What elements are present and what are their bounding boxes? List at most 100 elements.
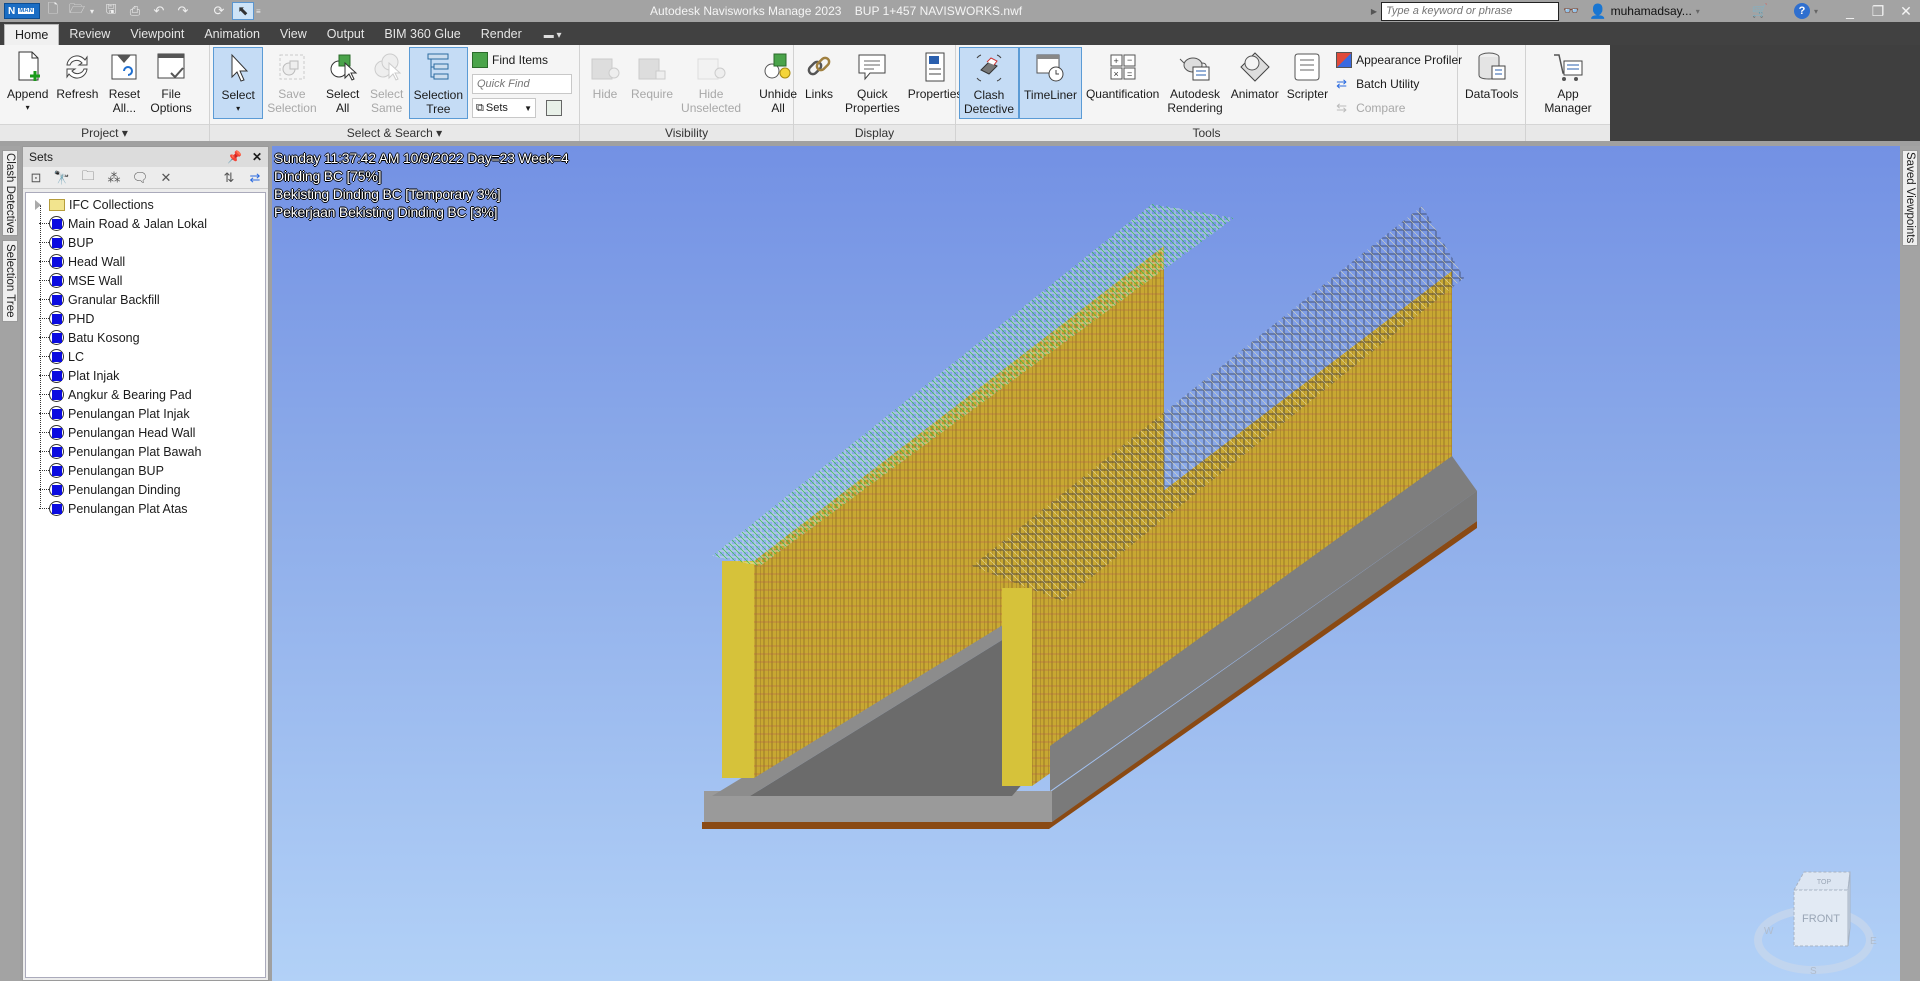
binoculars-icon[interactable]: 👓: [1563, 3, 1579, 19]
username-menu[interactable]: muhamadsay...: [1611, 4, 1692, 18]
close-window-icon[interactable]: ✕: [1892, 3, 1920, 20]
tree-set-item[interactable]: Penulangan Plat Bawah: [26, 442, 265, 461]
help-dropdown-icon[interactable]: ▾: [1814, 7, 1818, 16]
cart-icon[interactable]: 🛒: [1752, 3, 1768, 19]
select-cursor-icon[interactable]: ⬉: [232, 2, 254, 20]
save-search-icon[interactable]: 🔭: [53, 170, 71, 186]
tab-animation[interactable]: Animation: [194, 24, 270, 45]
user-dropdown-icon[interactable]: ▾: [1696, 7, 1700, 16]
tree-set-item[interactable]: Penulangan Plat Atas: [26, 499, 265, 518]
quantification-button[interactable]: + − × = Quantification: [1082, 47, 1163, 119]
quantification-icon: + −× =: [1110, 54, 1136, 80]
delete-icon[interactable]: ✕: [157, 170, 175, 186]
duplicate-icon[interactable]: ⁂: [105, 170, 123, 186]
tree-set-item[interactable]: Penulangan BUP: [26, 461, 265, 480]
tree-set-item[interactable]: BUP: [26, 233, 265, 252]
select-same-button[interactable]: Select Same: [365, 47, 409, 119]
tree-set-item[interactable]: Penulangan Head Wall: [26, 423, 265, 442]
scripter-button[interactable]: Scripter: [1283, 47, 1332, 119]
hide-button[interactable]: Hide: [583, 47, 627, 119]
tab-viewpoint[interactable]: Viewpoint: [120, 24, 194, 45]
expand-arrow-icon[interactable]: [35, 200, 41, 210]
tree-set-item[interactable]: Head Wall: [26, 252, 265, 271]
add-comment-icon[interactable]: 🗨: [131, 170, 149, 186]
compass-south-label[interactable]: S: [1810, 966, 1817, 977]
tree-set-item[interactable]: PHD: [26, 309, 265, 328]
quick-properties-button[interactable]: Quick Properties: [841, 47, 904, 119]
tree-set-item[interactable]: Batu Kosong: [26, 328, 265, 347]
compass-east-label[interactable]: E: [1870, 936, 1877, 947]
viewcube[interactable]: TOP FRONT W E S: [1752, 868, 1882, 978]
tab-view[interactable]: View: [270, 24, 317, 45]
tab-bim360-glue[interactable]: BIM 360 Glue: [374, 24, 470, 45]
sort-az-icon[interactable]: ⇅: [220, 170, 238, 186]
restore-icon[interactable]: ❐: [1864, 3, 1892, 20]
animator-button[interactable]: Animator: [1227, 47, 1283, 119]
new-folder-icon[interactable]: 🗀: [79, 167, 97, 189]
selection-tree-button[interactable]: Selection Tree: [408, 47, 468, 119]
select-search-panel-label[interactable]: Select & Search ▾: [210, 124, 579, 141]
hide-unselected-button[interactable]: Hide Unselected: [677, 47, 745, 119]
tree-set-item[interactable]: Penulangan Dinding: [26, 480, 265, 499]
save-selection-set-icon[interactable]: ⊡: [27, 170, 45, 186]
project-panel-label[interactable]: Project ▾: [0, 124, 209, 141]
refresh-button[interactable]: Refresh: [52, 47, 102, 119]
find-items-button[interactable]: Find Items: [472, 49, 572, 71]
require-button[interactable]: Require: [627, 47, 677, 119]
dock-tab-selection-tree[interactable]: Selection Tree: [2, 240, 18, 322]
tab-output[interactable]: Output: [317, 24, 375, 45]
tree-set-item[interactable]: Plat Injak: [26, 366, 265, 385]
quick-find-input[interactable]: [472, 74, 572, 94]
tab-review[interactable]: Review: [59, 24, 120, 45]
application-menu-button[interactable]: N MAN: [4, 3, 40, 19]
undo-icon[interactable]: ↶: [148, 2, 170, 20]
redo-icon[interactable]: ↷: [172, 2, 194, 20]
tab-home[interactable]: Home: [4, 24, 60, 45]
viewcube-side-face[interactable]: [1847, 871, 1851, 947]
customize-qat-icon[interactable]: ≡: [256, 7, 264, 16]
tree-set-item[interactable]: Angkur & Bearing Pad: [26, 385, 265, 404]
sets-dropdown[interactable]: ⧉ Sets ▼: [472, 98, 536, 118]
expand-search-icon[interactable]: ▶: [1371, 7, 1377, 16]
tree-set-item[interactable]: LC: [26, 347, 265, 366]
dock-tab-clash-detective[interactable]: Clash Detective: [2, 150, 18, 236]
keyword-search-input[interactable]: [1381, 1, 1559, 21]
select-button[interactable]: Select ▾: [213, 47, 264, 119]
minimize-icon[interactable]: _: [1836, 3, 1864, 19]
tab-render[interactable]: Render: [471, 24, 532, 45]
refresh-icon[interactable]: ⟳: [208, 2, 230, 20]
compare-button[interactable]: ⇆ Compare: [1336, 97, 1462, 119]
reset-all-button[interactable]: Reset All...: [102, 47, 146, 119]
open-folder-icon[interactable]: 🗁: [66, 1, 88, 20]
close-panel-icon[interactable]: ✕: [252, 150, 262, 164]
save-icon[interactable]: 🖫: [100, 1, 122, 20]
app-manager-button[interactable]: App Manager: [1529, 47, 1607, 119]
import-export-icon[interactable]: ⇄: [246, 170, 264, 186]
tree-set-item[interactable]: Penulangan Plat Injak: [26, 404, 265, 423]
tree-folder[interactable]: IFC Collections: [26, 195, 265, 214]
autodesk-rendering-button[interactable]: Autodesk Rendering: [1163, 47, 1226, 119]
select-all-button[interactable]: Select All: [321, 47, 365, 119]
3d-viewport[interactable]: Sunday 11:37:42 AM 10/9/2022 Day=23 Week…: [272, 146, 1900, 981]
help-icon[interactable]: ?: [1793, 3, 1810, 19]
batch-utility-button[interactable]: ⇄ Batch Utility: [1336, 73, 1462, 95]
print-icon[interactable]: ⎙: [124, 2, 146, 20]
compass-west-label[interactable]: W: [1764, 926, 1774, 937]
appearance-profiler-button[interactable]: Appearance Profiler: [1336, 49, 1462, 71]
tree-set-item[interactable]: Granular Backfill: [26, 290, 265, 309]
save-selection-button[interactable]: Save Selection: [263, 47, 320, 119]
append-button[interactable]: Append ▾: [3, 47, 52, 119]
dock-tab-saved-viewpoints[interactable]: Saved Viewpoints: [1902, 150, 1918, 246]
tree-set-item[interactable]: Main Road & Jalan Lokal: [26, 214, 265, 233]
tree-set-item[interactable]: MSE Wall: [26, 271, 265, 290]
links-button[interactable]: Links: [797, 47, 841, 119]
file-options-button[interactable]: File Options: [146, 47, 195, 119]
pin-icon[interactable]: 📌: [227, 150, 242, 164]
datatools-button[interactable]: DataTools: [1461, 47, 1522, 119]
ribbon-options-icon[interactable]: ▬ ▾: [532, 26, 574, 45]
clash-detective-button[interactable]: Clash Detective: [959, 47, 1020, 119]
manage-sets-icon[interactable]: [546, 100, 562, 116]
new-file-icon[interactable]: 🗋: [42, 1, 64, 20]
timeliner-button[interactable]: TimeLiner: [1019, 47, 1082, 119]
open-dropdown-icon[interactable]: ▾: [90, 7, 98, 16]
